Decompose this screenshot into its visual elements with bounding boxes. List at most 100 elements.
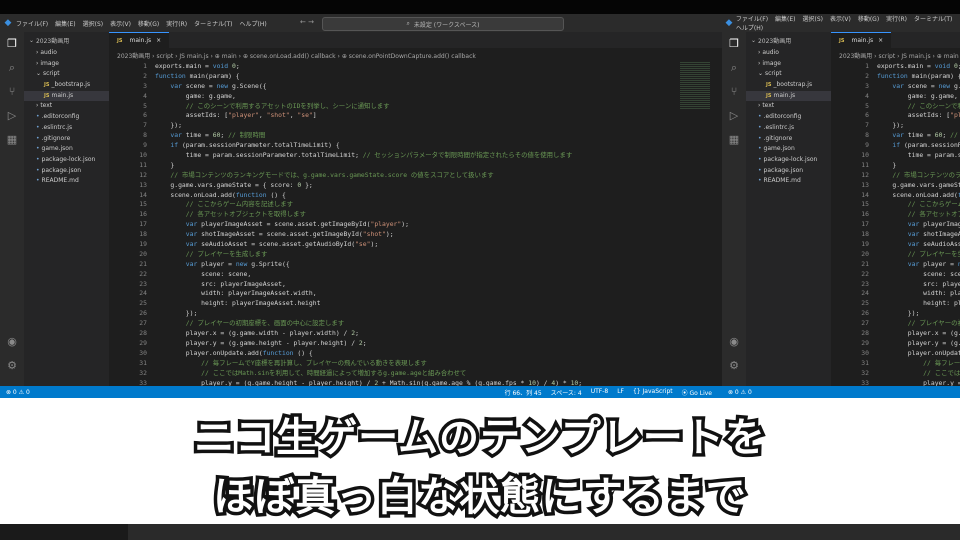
code-line[interactable]: 4 game: g.game, <box>109 92 722 102</box>
code-line[interactable]: 19 var seAudioAsset = scene.asset.getAud… <box>109 240 722 250</box>
code-line[interactable]: 15 // ここからゲーム内容を記述します <box>831 200 960 210</box>
file-tree-item[interactable]: • package.json <box>746 166 831 177</box>
extensions-icon[interactable]: ▦ <box>0 128 24 152</box>
file-tree-item[interactable]: JS _bootstrap.js <box>24 80 109 91</box>
code-line[interactable]: 31 // 毎フレームでY座標を再計算し、プレイヤーの飛んでいる動きを表現します <box>831 359 960 369</box>
file-tree-item[interactable]: • .editorconfig <box>24 112 109 123</box>
code-line[interactable]: 13 g.game.vars.gameState = { score: 0 }; <box>831 181 960 191</box>
code-line[interactable]: 28 player.x = (g.game.width - player.wid… <box>109 329 722 339</box>
account-icon[interactable]: ◉ <box>0 330 24 354</box>
code-line[interactable]: 8 var time = 60; // 制限時間 <box>831 131 960 141</box>
code-line[interactable]: 5 // このシーンで利用するアセットのIDを列挙し、シーンに通知します <box>831 102 960 112</box>
code-line[interactable]: 23 src: playerImageAsset, <box>831 280 960 290</box>
menu-item[interactable]: ヘルプ(H) <box>239 21 266 28</box>
code-line[interactable]: 3 var scene = new g.Scene({ <box>109 82 722 92</box>
code-line[interactable]: 1 exports.main = void 0; <box>109 62 722 72</box>
code-line[interactable]: 7 }); <box>831 121 960 131</box>
code-line[interactable]: 20 // プレイヤーを生成します <box>831 250 960 260</box>
code-line[interactable]: 23 src: playerImageAsset, <box>109 280 722 290</box>
code-line[interactable]: 16 // 各アセットオブジェクトを取得します <box>831 210 960 220</box>
menu-item[interactable]: 移動(G) <box>138 21 159 28</box>
language-mode[interactable]: {} JavaScript <box>633 388 673 397</box>
code-line[interactable]: 19 var seAudioAsset = scene.asset.getAud… <box>831 240 960 250</box>
file-tree-item[interactable]: • package.json <box>24 166 109 177</box>
extensions-icon[interactable]: ▦ <box>722 128 746 152</box>
close-icon[interactable]: × <box>156 37 161 44</box>
code-line[interactable]: 12 // 市場コンテンツのランキングモードでは、g.game.vars.gam… <box>831 171 960 181</box>
breadcrumb[interactable]: 2023動画用 › script › JS main.js › ⊕ main ›… <box>109 48 722 62</box>
code-line[interactable]: 17 var playerImageAsset = scene.asset.ge… <box>831 220 960 230</box>
file-tree-item[interactable]: › audio <box>746 48 831 59</box>
code-line[interactable]: 4 game: g.game, <box>831 92 960 102</box>
code-line[interactable]: 22 scene: scene, <box>109 270 722 280</box>
problems-indicator[interactable]: ⊗ 0 ⚠ 0 <box>0 389 30 396</box>
menu-item[interactable]: ファイル(F) <box>736 16 768 23</box>
code-line[interactable]: 6 assetIds: ["player", "shot", "se"] <box>831 111 960 121</box>
menu-item[interactable]: 選択(S) <box>803 16 824 23</box>
explorer-icon[interactable]: ❐ <box>0 32 24 56</box>
minimap[interactable] <box>680 62 710 110</box>
code-line[interactable]: 10 time = param.sessionParameter.totalTi… <box>831 151 960 161</box>
source-control-icon[interactable]: ⑂ <box>0 80 24 104</box>
code-line[interactable]: 8 var time = 60; // 制限時間 <box>109 131 722 141</box>
code-line[interactable]: 21 var player = new g.Sprite({ <box>831 260 960 270</box>
code-editor-2[interactable]: 1 exports.main = void 0; 2 function main(pa… <box>831 62 960 398</box>
code-line[interactable]: 17 var playerImageAsset = scene.asset.ge… <box>109 220 722 230</box>
menu-item[interactable]: 編集(E) <box>775 16 795 23</box>
code-line[interactable]: 9 if (param.sessionParameter.totalTimeLi… <box>109 141 722 151</box>
tab-main-js[interactable]: JS main.js × <box>109 32 170 48</box>
code-line[interactable]: 30 player.onUpdate.add(function () { <box>109 349 722 359</box>
file-tree-item[interactable]: • .eslintrc.js <box>24 123 109 134</box>
file-tree-item[interactable]: › image <box>746 59 831 70</box>
code-line[interactable]: 32 // ここではMath.sinを利用して、時間経過によって増加するg.ga… <box>831 369 960 379</box>
source-control-icon[interactable]: ⑂ <box>722 80 746 104</box>
file-tree-item[interactable]: JS main.js <box>24 90 109 102</box>
menu-item[interactable]: 表示(V) <box>110 21 131 28</box>
code-line[interactable]: 32 // ここではMath.sinを利用して、時間経過によって増加するg.ga… <box>109 369 722 379</box>
file-tree-item[interactable]: • .gitignore <box>746 134 831 145</box>
code-line[interactable]: 14 scene.onLoad.add(function () { <box>831 191 960 201</box>
code-line[interactable]: 10 time = param.sessionParameter.totalTi… <box>109 151 722 161</box>
file-tree-item[interactable]: • package-lock.json <box>746 155 831 166</box>
breadcrumb-2[interactable]: 2023動画用 › script › JS main.js › ⊕ main <box>831 48 960 62</box>
explorer-root-2[interactable]: ⌄ 2023動画用 <box>746 32 831 48</box>
file-tree-item[interactable]: • README.md <box>24 176 109 187</box>
explorer-icon[interactable]: ❐ <box>722 32 746 56</box>
code-editor[interactable]: 1 exports.main = void 0; 2 function main(pa… <box>109 62 722 398</box>
account-icon[interactable]: ◉ <box>722 330 746 354</box>
code-line[interactable]: 27 // プレイヤーの初期座標を、画面の中心に設定します <box>831 319 960 329</box>
manage-gear-icon[interactable]: ⚙ <box>722 354 746 378</box>
code-line[interactable]: 20 // プレイヤーを生成します <box>109 250 722 260</box>
go-live-button[interactable]: ⦿ Go Live <box>682 388 712 397</box>
menu-item[interactable]: 実行(R) <box>166 21 187 28</box>
menu-item[interactable]: 編集(E) <box>55 21 75 28</box>
file-tree-item[interactable]: • game.json <box>24 144 109 155</box>
code-line[interactable]: 24 width: playerImageAsset.width, <box>109 289 722 299</box>
file-tree-item[interactable]: • game.json <box>746 144 831 155</box>
code-line[interactable]: 14 scene.onLoad.add(function () { <box>109 191 722 201</box>
code-line[interactable]: 1 exports.main = void 0; <box>831 62 960 72</box>
menu-item[interactable]: ターミナル(T) <box>194 21 232 28</box>
encoding[interactable]: UTF-8 <box>591 388 609 397</box>
code-line[interactable]: 29 player.y = (g.game.height - player.he… <box>109 339 722 349</box>
menu-item[interactable]: ターミナル(T) <box>914 16 952 23</box>
code-line[interactable]: 11 } <box>831 161 960 171</box>
code-line[interactable]: 9 if (param.sessionParameter.totalTimeLi… <box>831 141 960 151</box>
file-tree-item[interactable]: › text <box>746 101 831 112</box>
code-line[interactable]: 6 assetIds: ["player", "shot", "se"] <box>109 111 722 121</box>
code-line[interactable]: 26 }); <box>831 309 960 319</box>
menu-item[interactable]: ヘルプ(H) <box>736 25 763 32</box>
file-tree-item[interactable]: • package-lock.json <box>24 155 109 166</box>
code-line[interactable]: 2 function main(param) { <box>831 72 960 82</box>
code-line[interactable]: 18 var shotImageAsset = scene.asset.getI… <box>109 230 722 240</box>
explorer-root[interactable]: ⌄ 2023動画用 <box>24 32 109 48</box>
code-line[interactable]: 12 // 市場コンテンツのランキングモードでは、g.game.vars.gam… <box>109 171 722 181</box>
file-tree-item[interactable]: JS main.js <box>746 90 831 102</box>
code-line[interactable]: 31 // 毎フレームでY座標を再計算し、プレイヤーの飛んでいる動きを表現します <box>109 359 722 369</box>
file-tree-item[interactable]: JS _bootstrap.js <box>746 80 831 91</box>
menu-item[interactable]: ファイル(F) <box>16 21 48 28</box>
code-line[interactable]: 25 height: playerImageAsset.height <box>831 299 960 309</box>
cursor-position[interactable]: 行 66、列 45 <box>505 388 542 397</box>
code-line[interactable]: 2 function main(param) { <box>109 72 722 82</box>
code-line[interactable]: 24 width: playerImageAsset.width, <box>831 289 960 299</box>
